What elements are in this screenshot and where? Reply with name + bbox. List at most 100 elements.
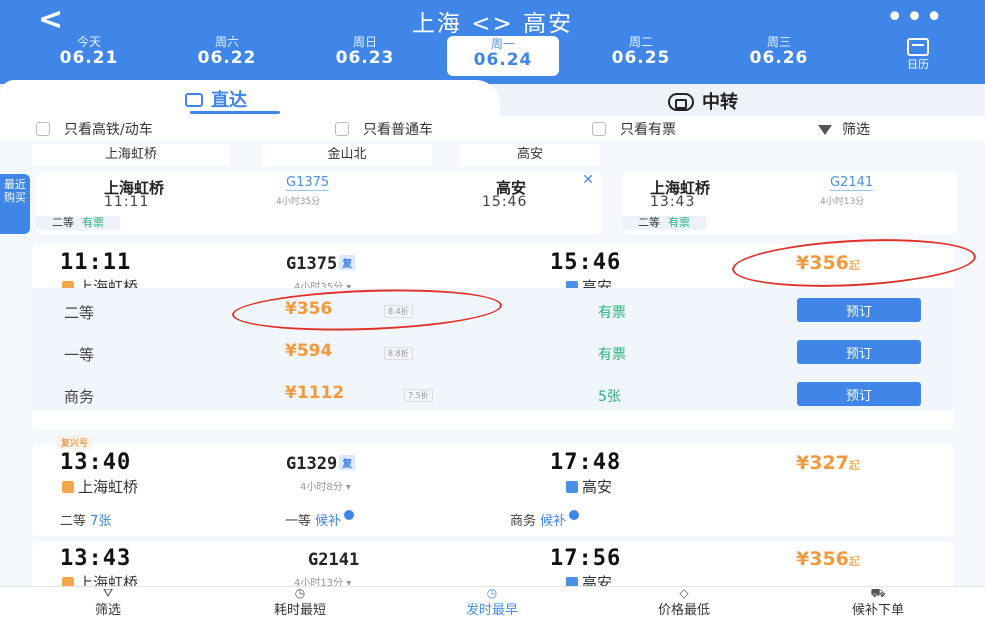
seat-summary-item[interactable]: 商务 候补 [510,510,580,529]
tab-direct-label: 直达 [211,90,247,111]
train-card[interactable]: 复兴号 13:40 上海虹桥 G1329 复 4小时8分 ▾ 17:48 高安 ¥… [32,436,954,536]
filter-row: 只看高铁/动车 只看普通车 只看有票 筛选 [0,116,985,140]
tab-transfer-label: 中转 [702,92,738,113]
results-panel: 只看高铁/动车 只看普通车 只看有票 筛选 上海虹桥 金山北 高安 最近购买 上… [0,116,985,602]
filter-putong-checkbox[interactable]: 只看普通车 [335,119,433,139]
lowest-price-value: ¥356 [796,548,849,570]
arr-station: 高安 [566,476,612,497]
lowest-price: ¥327起 [796,452,860,474]
filter-button[interactable]: 筛选 [818,119,870,139]
tab-label: 价格最低 [657,603,710,617]
waitlist-label: 候补 [540,514,567,529]
train-number-label: G1329 [286,454,338,474]
date-value: 06.24 [473,50,533,71]
date-value: 06.22 [197,48,257,69]
dep-time: 13:43 [60,546,132,571]
recent-train-no: G1375 [286,175,330,191]
date-tab-1[interactable]: 周六 06.22 [158,35,296,76]
checkbox-icon [592,122,606,136]
dep-station: 上海虹桥 [62,476,138,497]
recent-card[interactable]: 上海虹桥 11:11 G1375 4小时35分 高安 15:46 二等 有票 ✕ [36,172,602,234]
date-weekday: 周六 [214,35,239,49]
calendar-button[interactable]: 日历 [888,38,948,72]
seat-row: 商务 ¥1112 7.5折 5张 预订 [32,380,954,414]
calendar-label: 日历 [907,58,929,71]
seat-class: 二等 [64,304,95,322]
train-number: G2141 [308,550,360,570]
tab-label: 筛选 [94,603,121,617]
tab-label: 耗时最短 [273,603,326,617]
date-value: 06.23 [335,48,395,69]
tab-waitlist[interactable]: ⛟ 候补下单 [818,587,938,617]
filter-youpiao-label: 只看有票 [620,122,676,138]
date-tab-4[interactable]: 周二 06.25 [572,35,710,76]
arr-time: 15:46 [550,250,622,275]
dep-time: 13:40 [60,450,132,475]
book-button[interactable]: 预订 [797,382,921,406]
filter-gaotie-checkbox[interactable]: 只看高铁/动车 [36,119,153,139]
seat-class: 一等 [285,514,312,529]
recent-dep-time: 11:11 [104,194,150,210]
station-chip[interactable]: 高安 [460,144,600,166]
date-tab-3-selected[interactable]: 周一 06.24 [447,36,559,76]
train-card[interactable]: 11:11 上海虹桥 G1375复 4小时35分 ▾ 15:46 高安 ¥356… [32,233,978,430]
train-icon [185,93,203,107]
recent-status: 有票 [668,216,690,229]
mode-tabs: 直达 中转 [0,80,985,116]
more-icon[interactable]: ••• [886,0,945,35]
tab-filter[interactable]: ⛛ 筛选 [78,587,138,617]
seat-class: 商务 [510,514,537,529]
date-tab-0[interactable]: 今天 06.21 [20,35,158,76]
filter-putong-label: 只看普通车 [363,122,433,138]
book-button[interactable]: 预订 [797,340,921,364]
tab-shortest[interactable]: ◷ 耗时最短 [240,587,360,617]
lowest-price: ¥356起 [796,548,860,570]
station-chip[interactable]: 金山北 [262,144,432,166]
tab-earliest[interactable]: ◷ 发时最早 [432,587,552,617]
date-value: 06.26 [749,48,809,69]
arr-time: 17:56 [550,546,622,571]
seat-class: 二等 [60,514,87,529]
seat-summary-item[interactable]: 一等 候补 [285,510,355,529]
seat-class: 一等 [64,346,95,364]
tab-transfer[interactable]: 中转 [668,88,738,114]
arr-time: 17:48 [550,450,622,475]
price-suffix: 起 [848,459,860,472]
station-chip[interactable]: 上海虹桥 [32,144,230,166]
arr-station-label: 高安 [582,478,613,496]
waitlist-label: 候补 [315,514,342,529]
recent-train-no: G2141 [830,175,874,191]
tab-label: 发时最早 [465,603,518,617]
fuxing-badge: 复 [339,255,356,270]
recent-seat-tag: 二等 有票 [622,216,706,230]
calendar-icon [907,38,929,56]
bottom-tab-bar: ⛛ 筛选 ◷ 耗时最短 ◷ 发时最早 ◇ 价格最低 ⛟ 候补下单 [0,586,985,617]
seat-count: 7张 [90,514,112,529]
close-icon[interactable]: ✕ [582,172,594,188]
train-number: G1329 复 [286,454,356,474]
filter-icon [818,125,832,135]
seat-availability: 5张 [598,389,621,405]
tab-label: 候补下单 [851,603,904,617]
recent-duration: 4小时13分 [820,197,865,207]
date-tab-5[interactable]: 周三 06.26 [710,35,848,76]
train-badge: 复兴号 [57,436,93,449]
recent-seat: 二等 [638,216,660,229]
seat-price: ¥1112 [285,383,345,403]
book-button[interactable]: 预订 [797,298,921,322]
tab-direct[interactable]: 直达 [0,80,500,116]
tab-underline [190,111,280,114]
seat-price: ¥594 [285,341,333,361]
dep-station-label: 上海虹桥 [78,478,139,496]
filter-youpiao-checkbox[interactable]: 只看有票 [592,119,676,139]
dep-time: 11:11 [60,250,132,275]
duration[interactable]: 4小时8分 ▾ [300,478,351,493]
seat-discount: 8.8折 [384,347,413,360]
tab-cheapest[interactable]: ◇ 价格最低 [624,587,744,617]
date-value: 06.21 [59,48,119,69]
recent-card[interactable]: 上海虹桥 13:43 G2141 4小时13分 二等 有票 [622,172,958,234]
clock-icon: ◷ [294,586,306,600]
seat-row: 一等 ¥594 8.8折 有票 预订 [32,338,954,372]
date-weekday: 周二 [628,35,653,49]
date-tab-2[interactable]: 周日 06.23 [296,35,434,76]
